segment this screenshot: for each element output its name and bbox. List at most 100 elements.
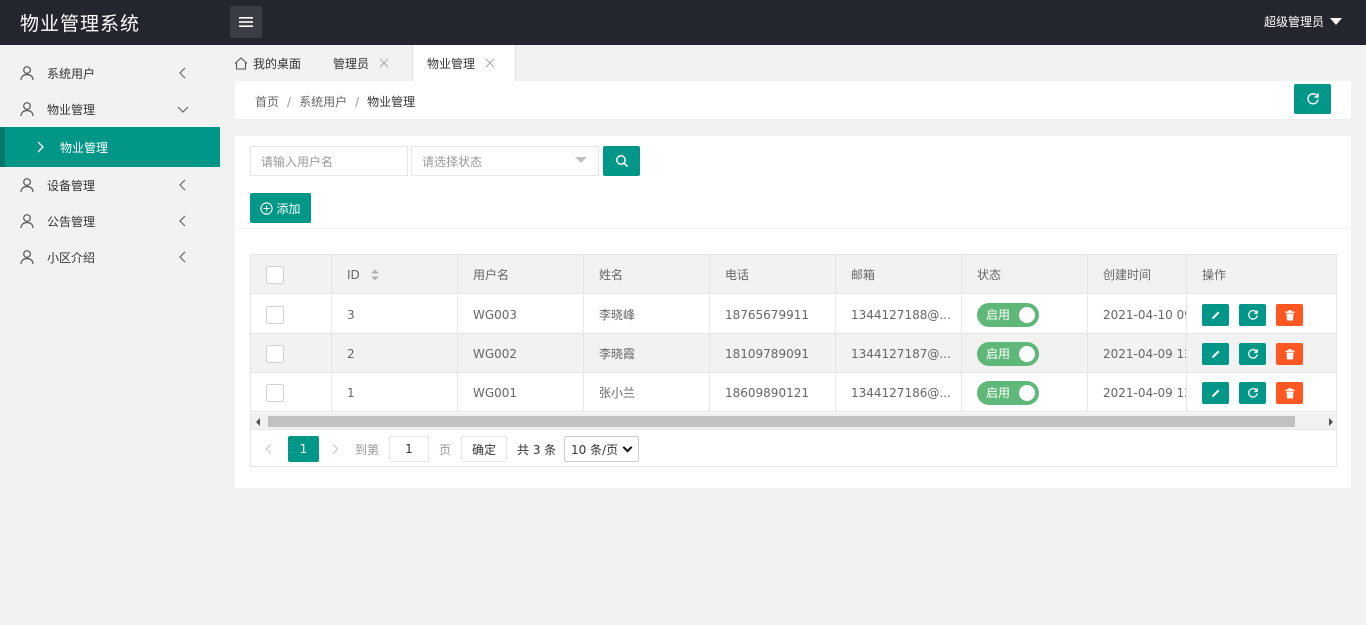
page-size-select[interactable]: 10 条/页	[564, 436, 639, 462]
top-header: 物业管理系统 超级管理员	[0, 0, 1366, 45]
status-select[interactable]: 请选择状态	[411, 146, 599, 176]
breadcrumb-home[interactable]: 首页	[255, 95, 279, 109]
tab-property[interactable]: 物业管理	[412, 45, 516, 81]
switch-label: 启用	[986, 308, 1011, 322]
sidebar-item-label: 设备管理	[47, 178, 96, 193]
table-row: 2 WG002 李晓霞 18109789091 1344127187@... 启…	[251, 334, 1336, 373]
edit-button[interactable]	[1202, 382, 1229, 404]
chevron-left-icon	[179, 67, 186, 79]
page-confirm-button[interactable]: 确定	[461, 436, 507, 462]
edit-button[interactable]	[1202, 343, 1229, 365]
add-button[interactable]: 添加	[250, 193, 311, 223]
sidebar-item-community[interactable]: 小区介绍	[0, 239, 220, 275]
menu-toggle-button[interactable]	[230, 6, 262, 38]
cell-ops	[1186, 334, 1336, 373]
select-arrow-icon	[575, 157, 587, 163]
cell-ops	[1186, 295, 1336, 334]
user-icon	[20, 66, 34, 81]
delete-button[interactable]	[1276, 343, 1303, 365]
header-created: 创建时间	[1103, 268, 1152, 282]
divider	[235, 228, 1351, 229]
chevron-right-icon	[37, 141, 44, 153]
reset-button[interactable]	[1239, 343, 1266, 365]
status-switch[interactable]: 启用	[977, 302, 1039, 327]
tab-desktop[interactable]: 我的桌面	[234, 45, 301, 81]
username-search-input[interactable]: 请输入用户名	[250, 146, 408, 176]
user-icon	[20, 250, 34, 265]
horizontal-scrollbar[interactable]	[251, 413, 1336, 430]
user-icon	[20, 102, 34, 117]
next-page-button[interactable]	[331, 436, 343, 462]
status-switch[interactable]: 启用	[977, 341, 1039, 366]
cell-created: 2021-04-09 12:	[1103, 346, 1186, 361]
breadcrumb-separator: /	[355, 95, 360, 109]
home-icon	[234, 56, 248, 70]
row-checkbox[interactable]	[266, 344, 284, 363]
add-button-label: 添加	[276, 201, 301, 216]
reset-button[interactable]	[1239, 382, 1266, 404]
row-checkbox-cell	[251, 334, 332, 373]
refresh-icon	[1247, 387, 1258, 398]
header-phone: 电话	[710, 255, 836, 294]
header-label: ID	[347, 267, 360, 282]
prev-page-button[interactable]	[265, 436, 277, 462]
cell-name: 张小兰	[584, 373, 710, 412]
caret-down-icon	[1330, 18, 1342, 25]
scroll-left-icon[interactable]	[256, 418, 260, 426]
close-icon[interactable]	[485, 58, 495, 68]
row-checkbox[interactable]	[266, 305, 284, 324]
chevron-left-icon	[179, 215, 186, 227]
page-number-input[interactable]: 1	[389, 436, 429, 462]
sidebar-item-system-users[interactable]: 系统用户	[0, 55, 220, 91]
switch-knob	[1019, 306, 1035, 323]
sidebar-item-devices[interactable]: 设备管理	[0, 167, 220, 203]
breadcrumb-current: 物业管理	[367, 95, 416, 109]
sidebar-item-label: 系统用户	[47, 66, 96, 81]
status-switch[interactable]: 启用	[977, 380, 1039, 405]
select-all-checkbox[interactable]	[266, 265, 284, 284]
breadcrumb-parent[interactable]: 系统用户	[299, 95, 347, 109]
refresh-page-button[interactable]	[1294, 84, 1331, 114]
page-unit-label: 页	[439, 442, 452, 457]
edit-button[interactable]	[1202, 304, 1229, 326]
hamburger-icon	[239, 17, 253, 27]
breadcrumb-bar: 首页 / 系统用户 / 物业管理	[235, 81, 1351, 120]
cell-status: 启用	[962, 373, 1088, 412]
trash-icon	[1285, 387, 1294, 398]
cell-phone: 18609890121	[710, 373, 836, 412]
delete-button[interactable]	[1276, 382, 1303, 404]
cell-username: WG002	[458, 334, 584, 373]
delete-button[interactable]	[1276, 304, 1303, 326]
sidebar-item-property[interactable]: 物业管理	[0, 91, 220, 127]
cell-phone: 18765679911	[710, 295, 836, 334]
scrollbar-thumb[interactable]	[268, 416, 1295, 427]
scroll-right-icon[interactable]	[1329, 418, 1333, 426]
user-menu[interactable]: 超级管理员	[1264, 13, 1342, 30]
sort-icon[interactable]	[370, 268, 380, 282]
sidebar-item-label: 公告管理	[47, 214, 96, 229]
search-button[interactable]	[603, 146, 640, 176]
header-email: 邮箱	[836, 255, 962, 294]
cell-username: WG001	[458, 373, 584, 412]
chevron-left-icon	[179, 251, 186, 263]
refresh-icon	[1306, 93, 1319, 105]
sidebar-item-notices[interactable]: 公告管理	[0, 203, 220, 239]
header-status: 状态	[962, 255, 1088, 294]
edit-icon	[1212, 350, 1220, 358]
user-name: 超级管理员	[1263, 15, 1324, 29]
main-card: 请输入用户名 请选择状态 添加 ID 用户名 姓名 电话 邮箱 状态 创建时间 …	[235, 136, 1351, 488]
app-title: 物业管理系统	[20, 13, 141, 35]
edit-icon	[1212, 389, 1220, 397]
page-current[interactable]: 1	[288, 436, 319, 462]
row-checkbox[interactable]	[266, 383, 284, 402]
breadcrumb-separator: /	[287, 95, 292, 109]
cell-id: 1	[332, 373, 458, 412]
reset-button[interactable]	[1239, 304, 1266, 326]
tab-admin[interactable]: 管理员	[333, 45, 389, 81]
chevron-down-icon	[622, 442, 633, 453]
header-id[interactable]: ID	[332, 255, 458, 294]
header-checkbox-cell	[251, 255, 332, 294]
sidebar-subitem-property[interactable]: 物业管理	[0, 127, 220, 167]
sidebar-item-label: 小区介绍	[47, 250, 96, 265]
close-icon[interactable]	[379, 58, 389, 68]
